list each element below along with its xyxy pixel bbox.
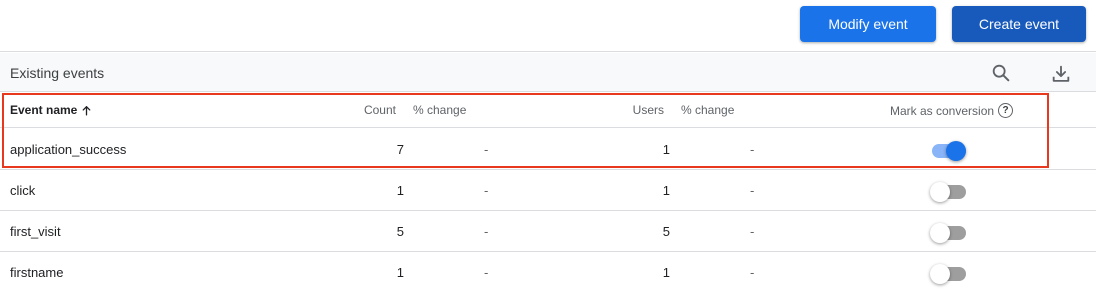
count-change-cell: -	[484, 183, 489, 198]
mark-as-conversion-column-header: Mark as conversion ?	[890, 103, 1014, 118]
count-change-cell: -	[484, 265, 489, 280]
event-name-cell[interactable]: application_success	[10, 142, 126, 157]
section-title: Existing events	[10, 65, 105, 81]
modify-event-button[interactable]: Modify event	[800, 6, 936, 42]
users-change-cell: -	[750, 224, 755, 239]
count-cell: 1	[396, 183, 404, 198]
event-name-cell[interactable]: first_visit	[10, 224, 61, 239]
conversion-toggle[interactable]	[930, 223, 966, 243]
users-change-column-header[interactable]: % change	[681, 103, 734, 117]
table-row: application_success 7 - 1 -	[0, 129, 1096, 170]
help-icon[interactable]: ?	[998, 103, 1014, 118]
conversion-toggle[interactable]	[930, 182, 966, 202]
count-cell: 1	[396, 265, 404, 280]
users-cell: 1	[662, 265, 670, 280]
users-column-header[interactable]: Users	[620, 103, 664, 117]
table-row: firstname 1 - 1 -	[0, 252, 1096, 292]
top-action-bar: Modify event Create event	[0, 0, 1096, 52]
event-name-cell[interactable]: firstname	[10, 265, 63, 280]
table-row: first_visit 5 - 5 -	[0, 211, 1096, 252]
table-header-row: Event name Count % change Users % change…	[0, 93, 1096, 128]
event-name-header-label: Event name	[10, 103, 78, 117]
search-icon[interactable]	[989, 61, 1013, 85]
event-name-column-header[interactable]: Event name	[10, 103, 93, 117]
users-cell: 1	[662, 142, 670, 157]
users-change-cell: -	[750, 183, 755, 198]
count-change-column-header[interactable]: % change	[413, 103, 466, 117]
count-cell: 5	[396, 224, 404, 239]
event-name-cell[interactable]: click	[10, 183, 35, 198]
users-change-cell: -	[750, 265, 755, 280]
count-cell: 7	[396, 142, 404, 157]
users-change-cell: -	[750, 142, 755, 157]
sort-arrow-up-icon	[82, 105, 91, 115]
users-cell: 1	[662, 183, 670, 198]
count-column-header[interactable]: Count	[352, 103, 396, 117]
conversion-toggle[interactable]	[930, 264, 966, 284]
count-change-cell: -	[484, 224, 489, 239]
conversion-toggle[interactable]	[930, 141, 966, 161]
create-event-button[interactable]: Create event	[952, 6, 1086, 42]
mark-as-conversion-label: Mark as conversion	[890, 103, 995, 118]
table-row: click 1 - 1 -	[0, 170, 1096, 211]
count-change-cell: -	[484, 142, 489, 157]
existing-events-header: Existing events	[0, 53, 1096, 92]
download-icon[interactable]	[1049, 62, 1073, 86]
users-cell: 5	[662, 224, 670, 239]
